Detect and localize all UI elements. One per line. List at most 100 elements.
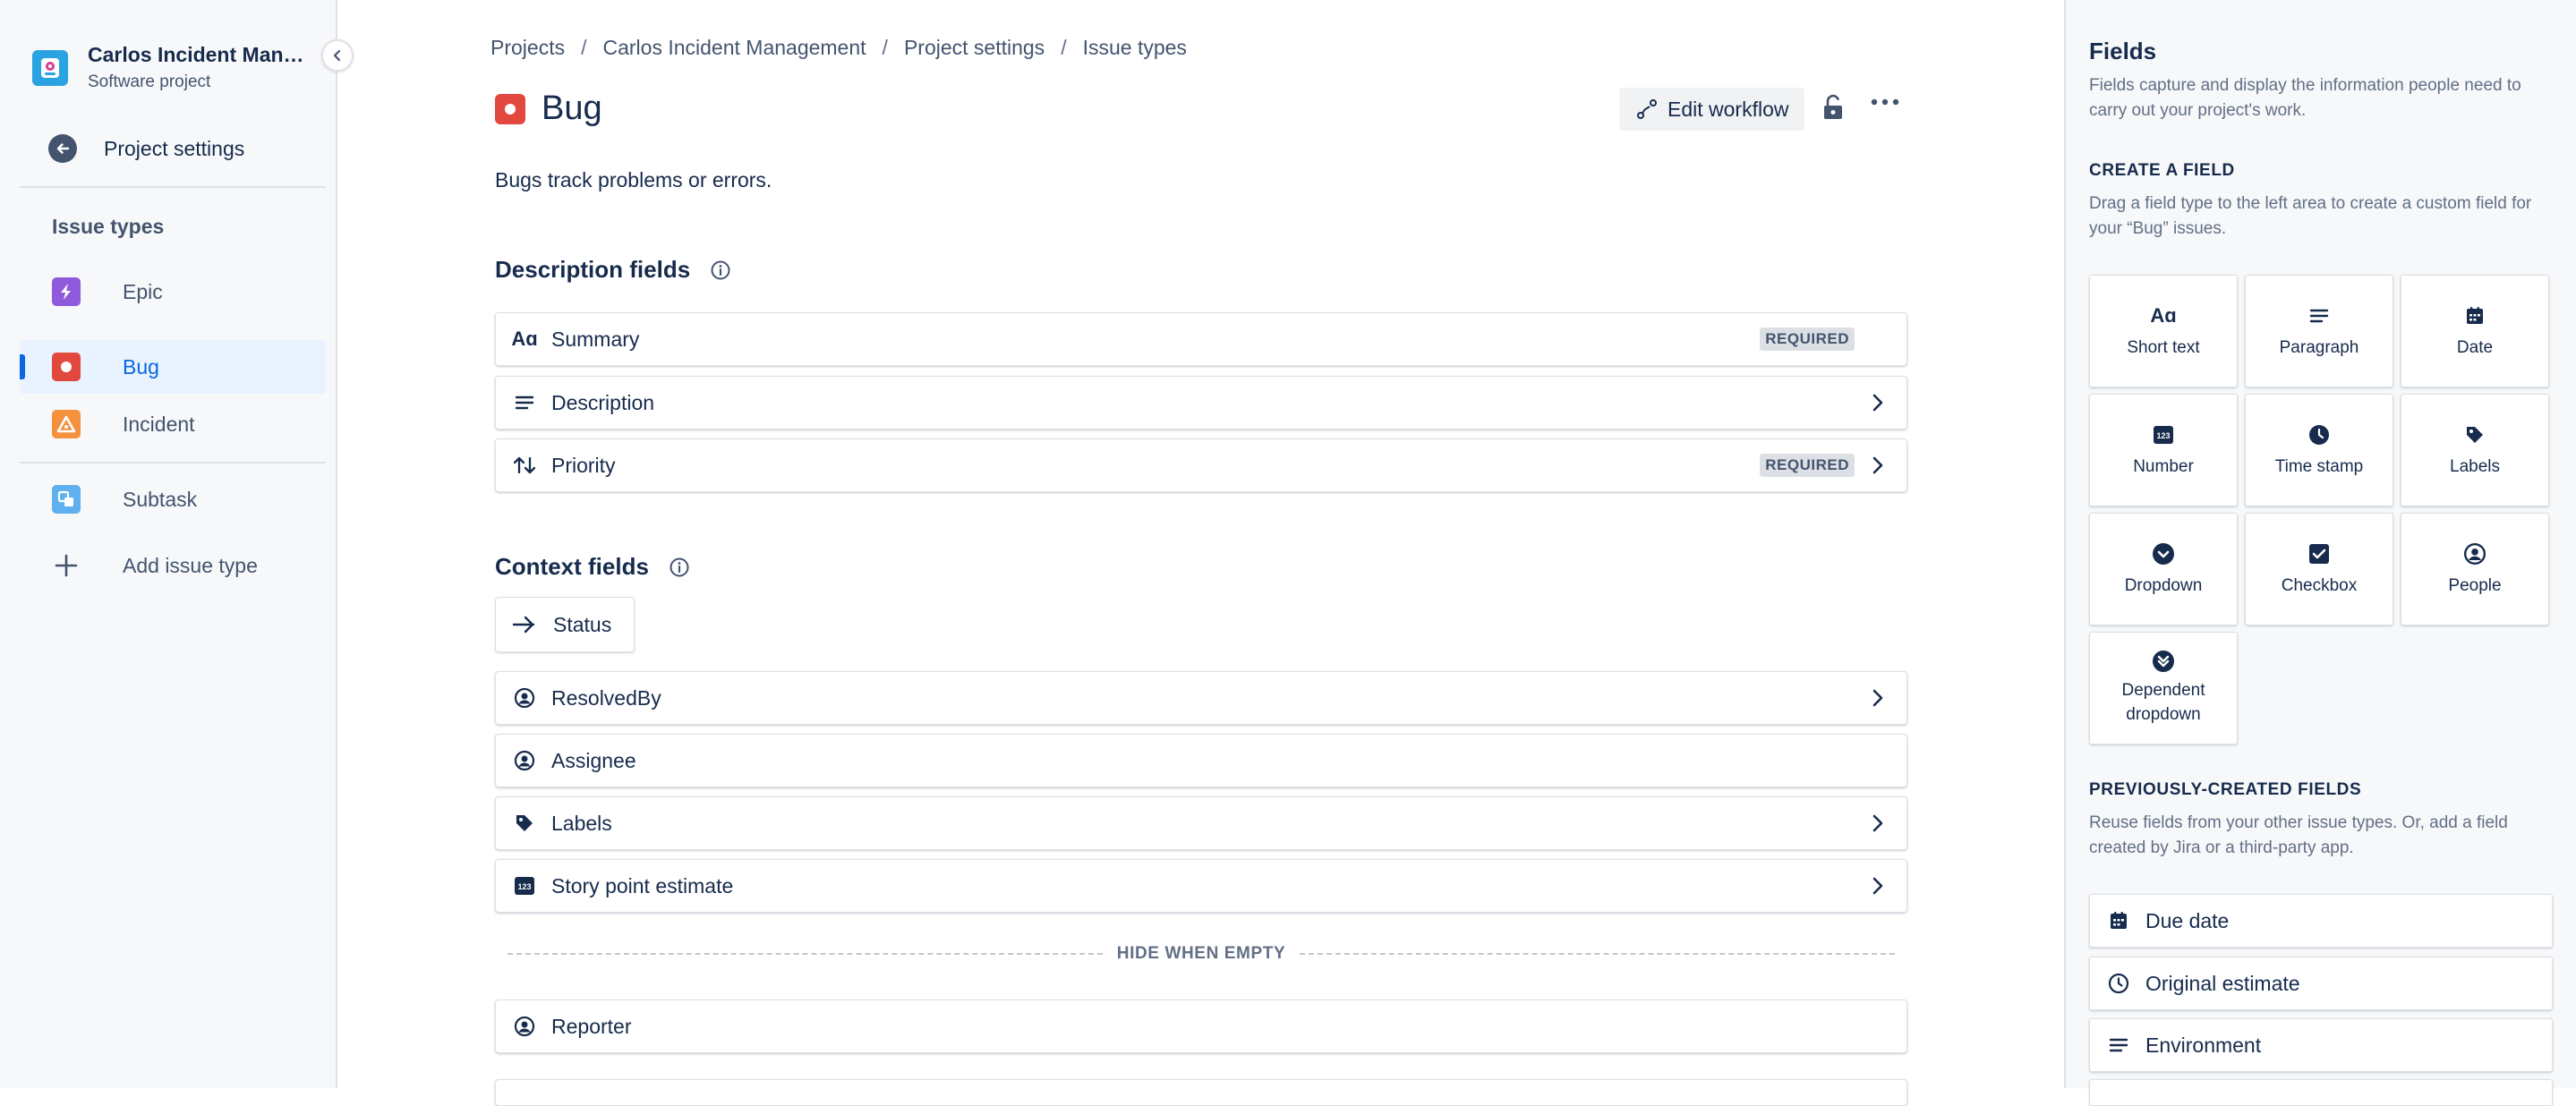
person-icon — [2463, 542, 2486, 566]
field-status[interactable]: Status — [495, 597, 635, 652]
sidebar-item-incident[interactable]: Incident — [20, 397, 326, 451]
tag-icon — [512, 812, 537, 834]
sidebar-item-label: Epic — [123, 279, 163, 303]
back-to-project-settings[interactable]: Project settings — [48, 134, 244, 163]
field-type-label: Number — [2133, 457, 2194, 476]
field-type-date[interactable]: Date — [2401, 275, 2549, 387]
info-icon[interactable] — [669, 557, 690, 578]
arrow-left-icon — [48, 134, 77, 163]
field-type-paragraph[interactable]: Paragraph — [2245, 275, 2393, 387]
field-type-label: Date — [2456, 338, 2494, 357]
text-icon: Aɑ — [511, 328, 538, 350]
add-issue-type-button[interactable]: Add issue type — [20, 539, 326, 592]
field-label: Reporter — [551, 1014, 632, 1038]
field-type-dropdown[interactable]: Dropdown — [2089, 513, 2238, 625]
field-row-priority[interactable]: Priority REQUIRED — [495, 438, 1907, 492]
previous-field-partial[interactable] — [2089, 1079, 2553, 1106]
page-title[interactable]: Bug — [542, 89, 602, 128]
edit-workflow-button[interactable]: Edit workflow — [1619, 88, 1805, 131]
field-row-partial[interactable] — [495, 1079, 1907, 1106]
breadcrumb-separator: / — [581, 36, 587, 59]
unlock-icon — [1824, 94, 1842, 119]
breadcrumb-project-settings[interactable]: Project settings — [904, 36, 1045, 60]
project-type: Software project — [88, 72, 211, 91]
sidebar-item-epic[interactable]: Epic — [20, 265, 326, 319]
field-type-number[interactable]: 123 Number — [2089, 394, 2238, 506]
field-type-label: Labels — [2450, 457, 2500, 476]
field-type-label: Dropdown — [2124, 576, 2203, 595]
breadcrumb-project[interactable]: Carlos Incident Management — [602, 36, 866, 60]
previous-field-original-estimate[interactable]: Original estimate — [2089, 957, 2553, 1010]
chevron-right-icon — [1867, 814, 1889, 832]
active-indicator — [20, 354, 25, 379]
bug-icon — [495, 93, 525, 124]
field-type-checkbox[interactable]: Checkbox — [2245, 513, 2393, 625]
context-fields-title: Context fields — [495, 553, 649, 580]
more-horizontal-icon — [1871, 98, 1899, 106]
sidebar-item-bug[interactable]: Bug — [20, 340, 326, 394]
field-type-labels[interactable]: Labels — [2401, 394, 2549, 506]
hide-when-empty-label: HIDE WHEN EMPTY — [1116, 944, 1286, 963]
create-field-description: Drag a field type to the left area to cr… — [2089, 194, 2532, 238]
person-icon — [512, 750, 537, 771]
svg-text:123: 123 — [517, 882, 531, 891]
fields-panel-title: Fields — [2089, 38, 2157, 64]
field-row-labels[interactable]: Labels — [495, 796, 1907, 850]
field-row-summary[interactable]: Aɑ Summary REQUIRED — [495, 312, 1907, 366]
checkbox-icon — [2308, 542, 2330, 566]
chevron-right-icon — [1867, 456, 1889, 474]
field-row-story-point-estimate[interactable]: 123 Story point estimate — [495, 859, 1907, 913]
back-label: Project settings — [104, 136, 245, 160]
info-icon[interactable] — [710, 259, 731, 281]
field-type-label: Short text — [2127, 338, 2200, 357]
field-type-people[interactable]: People — [2401, 513, 2549, 625]
hide-when-empty-divider: HIDE WHEN EMPTY — [508, 942, 1896, 966]
clock-outline-icon — [2106, 973, 2131, 994]
previous-field-environment[interactable]: Environment — [2089, 1018, 2553, 1072]
subtask-icon — [52, 485, 81, 514]
paragraph-icon — [2106, 1037, 2131, 1053]
previous-field-label: Due date — [2145, 908, 2230, 932]
previous-field-due-date[interactable]: Due date — [2089, 894, 2553, 948]
dependent-dropdown-icon — [2152, 650, 2175, 673]
previous-fields-heading: PREVIOUSLY-CREATED FIELDS — [2089, 780, 2362, 799]
sidebar-item-subtask[interactable]: Subtask — [20, 472, 326, 526]
field-label: Assignee — [551, 748, 636, 772]
fields-panel-description: Fields capture and display the informati… — [2089, 76, 2521, 120]
field-label: Priority — [551, 453, 616, 477]
previous-field-label: Environment — [2145, 1033, 2262, 1057]
required-badge: REQUIRED — [1760, 328, 1855, 351]
field-row-assignee[interactable]: Assignee — [495, 734, 1907, 787]
project-avatar-icon — [32, 49, 68, 86]
person-icon — [512, 1016, 537, 1037]
breadcrumb-issue-types[interactable]: Issue types — [1083, 36, 1187, 60]
epic-icon — [52, 277, 81, 306]
project-header[interactable]: Carlos Incident Management Software proj… — [32, 43, 307, 92]
unlock-button[interactable] — [1821, 93, 1845, 122]
field-type-dependent-dropdown[interactable]: Dependent dropdown — [2089, 632, 2238, 744]
person-icon — [512, 687, 537, 709]
field-row-description[interactable]: Description — [495, 376, 1907, 430]
chevron-right-icon — [1867, 394, 1889, 412]
field-row-reporter[interactable]: Reporter — [495, 1000, 1907, 1053]
sidebar-item-label: Incident — [123, 412, 195, 436]
plus-icon — [52, 551, 81, 580]
field-type-short-text[interactable]: Aɑ Short text — [2089, 275, 2238, 387]
collapse-sidebar-button[interactable] — [321, 39, 354, 72]
breadcrumb: Projects / Carlos Incident Management / … — [490, 36, 1187, 60]
number-icon: 123 — [512, 875, 537, 897]
paragraph-icon — [2309, 304, 2329, 328]
previous-fields-description: Reuse fields from your other issue types… — [2089, 813, 2508, 857]
context-fields-heading: Context fields — [495, 553, 690, 581]
breadcrumb-projects[interactable]: Projects — [490, 36, 565, 60]
add-issue-type-label: Add issue type — [123, 553, 258, 577]
sidebar-item-label: Subtask — [123, 487, 198, 511]
workflow-icon — [1637, 99, 1657, 119]
previous-field-label: Original estimate — [2145, 971, 2300, 995]
breadcrumb-separator: / — [882, 36, 888, 59]
field-type-time-stamp[interactable]: Time stamp — [2245, 394, 2393, 506]
more-actions-button[interactable] — [1871, 98, 1899, 106]
field-type-label: Time stamp — [2274, 457, 2364, 476]
field-row-resolvedby[interactable]: ResolvedBy — [495, 671, 1907, 725]
issue-type-description[interactable]: Bugs track problems or errors. — [495, 168, 772, 192]
